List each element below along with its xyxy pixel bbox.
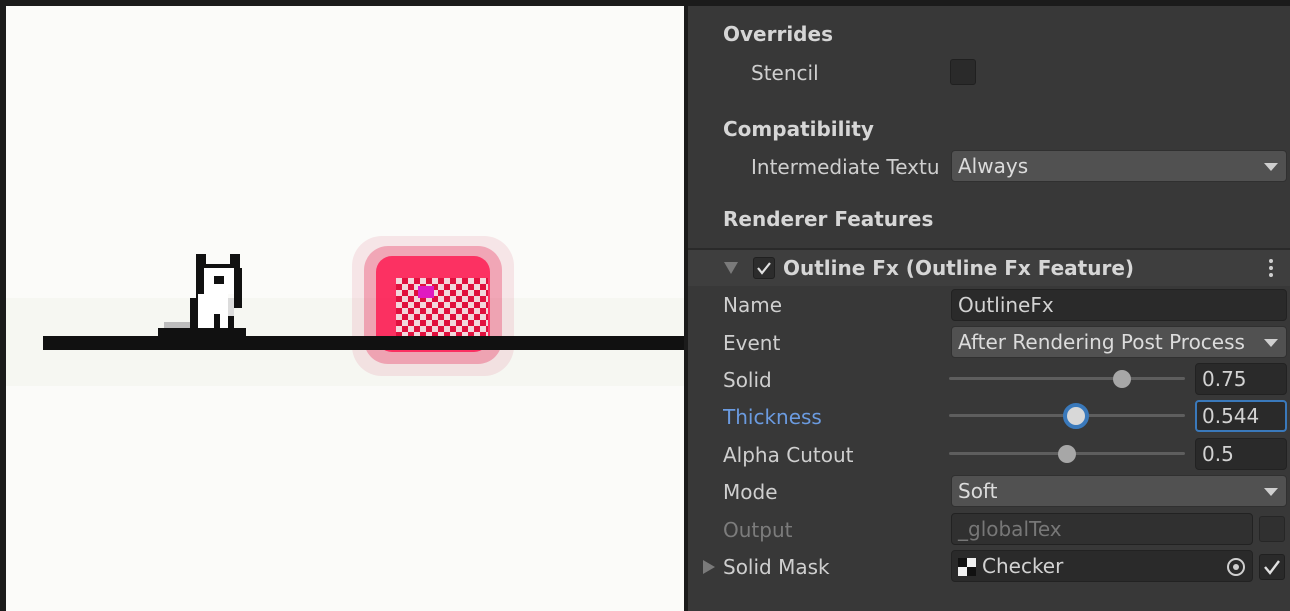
dropdown-arrow-icon <box>1264 339 1278 347</box>
ground-platform <box>43 336 684 350</box>
solid-mask-object-field[interactable]: Checker <box>951 550 1253 582</box>
feature-header[interactable]: Outline Fx (Outline Fx Feature) <box>688 250 1290 286</box>
scene-view[interactable] <box>6 6 684 611</box>
kebab-menu-icon[interactable] <box>1269 266 1273 270</box>
event-value: After Rendering Post Process <box>958 330 1245 354</box>
pixel-cat-sprite <box>158 254 246 336</box>
stencil-checkbox[interactable] <box>950 59 976 85</box>
intermediate-texture-label: Intermediate Textu <box>751 155 940 179</box>
solid-mask-checkbox[interactable] <box>1259 554 1285 580</box>
output-label: Output <box>723 518 793 542</box>
checker-fill <box>396 278 488 344</box>
event-dropdown[interactable]: After Rendering Post Process <box>951 326 1287 358</box>
checkmark-icon <box>1264 560 1280 575</box>
name-input[interactable]: OutlineFx <box>951 289 1287 321</box>
mode-value: Soft <box>958 479 998 503</box>
solid-value-input[interactable]: 0.75 <box>1195 363 1287 395</box>
output-checkbox <box>1259 516 1285 542</box>
dropdown-arrow-icon <box>1264 163 1278 171</box>
event-label: Event <box>723 331 781 355</box>
solid-slider-thumb[interactable] <box>1113 370 1131 388</box>
checker-texture-icon <box>958 558 976 576</box>
checkmark-icon <box>757 262 771 275</box>
feature-enabled-checkbox[interactable] <box>753 257 775 279</box>
name-label: Name <box>723 293 783 317</box>
object-picker-icon[interactable] <box>1226 557 1246 577</box>
mode-dropdown[interactable]: Soft <box>951 475 1287 507</box>
solid-slider-track[interactable] <box>949 377 1185 380</box>
output-input: _globalTex <box>951 513 1253 545</box>
solid-mask-value: Checker <box>982 554 1064 578</box>
foldout-arrow-icon[interactable] <box>703 560 715 574</box>
feature-title: Outline Fx (Outline Fx Feature) <box>783 256 1135 280</box>
intermediate-texture-dropdown[interactable]: Always <box>951 150 1287 182</box>
renderer-features-header: Renderer Features <box>723 207 934 231</box>
alpha-cutout-slider-thumb[interactable] <box>1058 445 1076 463</box>
alpha-cutout-value-input[interactable]: 0.5 <box>1195 438 1287 470</box>
foldout-arrow-icon[interactable] <box>724 262 738 274</box>
thickness-slider-thumb[interactable] <box>1063 403 1089 429</box>
magenta-highlight <box>418 286 434 298</box>
solid-label: Solid <box>723 368 772 392</box>
stencil-label: Stencil <box>751 61 819 85</box>
inspector-panel: Overrides Stencil Compatibility Intermed… <box>688 6 1290 611</box>
intermediate-texture-value: Always <box>958 154 1029 178</box>
thickness-value-input[interactable]: 0.544 <box>1195 400 1287 432</box>
solid-mask-label: Solid Mask <box>723 555 830 579</box>
alpha-cutout-label: Alpha Cutout <box>723 443 854 467</box>
outlined-checker-sprite <box>352 236 514 376</box>
mode-label: Mode <box>723 480 778 504</box>
compatibility-header: Compatibility <box>723 117 874 141</box>
thickness-label: Thickness <box>723 405 822 429</box>
overrides-header: Overrides <box>723 22 833 46</box>
dropdown-arrow-icon <box>1264 488 1278 496</box>
